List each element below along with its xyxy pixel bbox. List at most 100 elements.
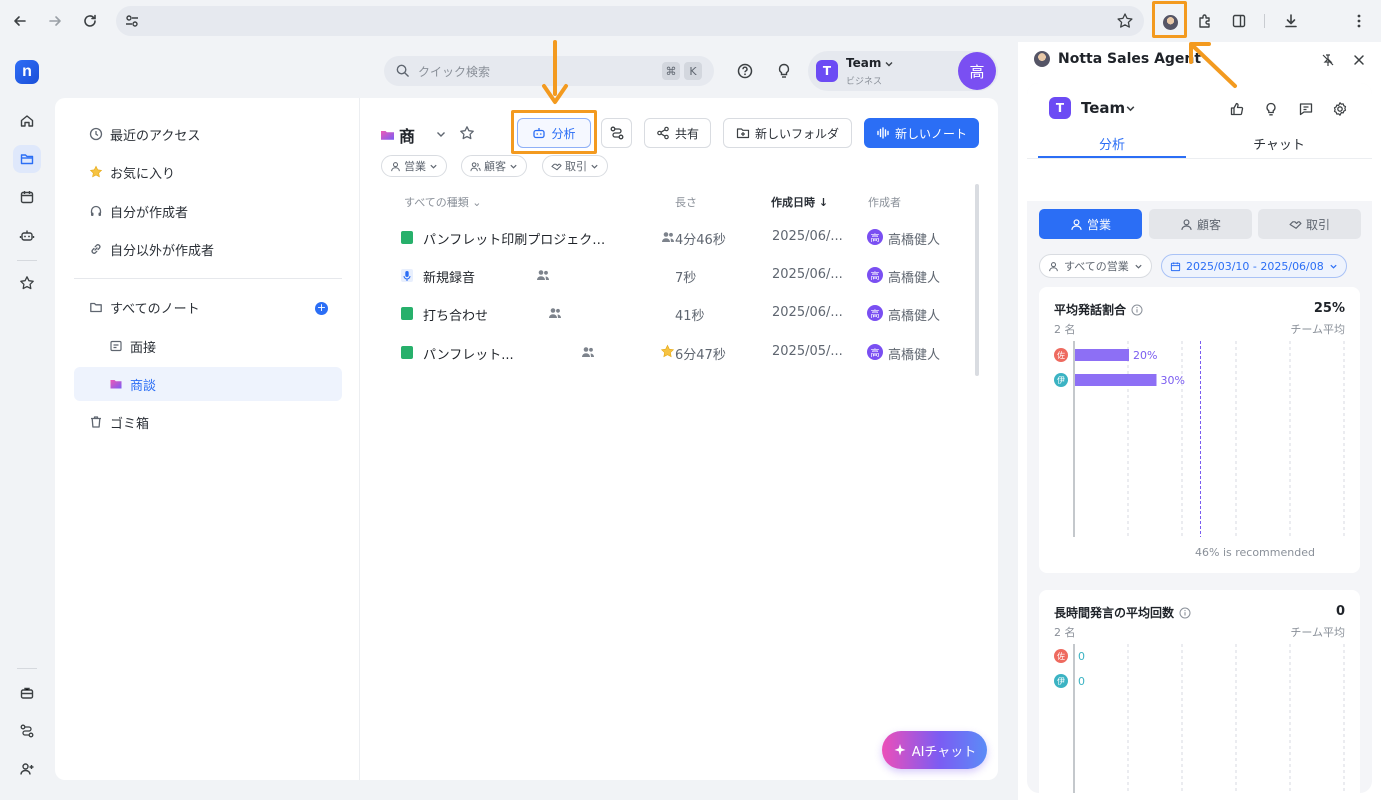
notes-nav[interactable] <box>13 145 41 173</box>
speaker-initial: 伊 <box>1057 375 1065 385</box>
toolbox-nav[interactable] <box>13 679 41 707</box>
table-row[interactable]: 打ち合わせ 41秒 2025/06/... 高 高橋健人 <box>380 295 970 333</box>
tips-button[interactable] <box>774 61 794 81</box>
segment-deal[interactable]: 取引 <box>1258 209 1361 239</box>
back-button[interactable] <box>8 9 32 33</box>
sales-agent-panel: Notta Sales Agent T Team 分析 チャット 営業 顧客 取… <box>1018 42 1381 800</box>
table-row[interactable]: 新規録音 7秒 2025/06/... 高 高橋健人 <box>380 257 970 295</box>
ai-chat-button[interactable]: AIチャット <box>882 731 987 769</box>
workflow-nav[interactable] <box>13 717 41 745</box>
nav-folder-sales[interactable]: 商談 <box>74 367 342 401</box>
info-icon[interactable] <box>1131 304 1143 316</box>
shared-users-icon <box>549 308 561 318</box>
folder-doc-icon <box>108 338 124 354</box>
new-folder-button[interactable]: 新しいフォルダ <box>723 118 852 148</box>
gear-icon[interactable] <box>1332 101 1348 117</box>
feedback-icon[interactable] <box>1298 101 1314 117</box>
reload-icon <box>84 14 96 27</box>
panel-header: Notta Sales Agent <box>1034 51 1201 67</box>
date-range-filter[interactable]: 2025/03/10 - 2025/06/08 <box>1161 254 1347 278</box>
thumbs-up-icon[interactable] <box>1229 101 1245 117</box>
arrow-down-annotation <box>542 40 568 104</box>
nav-others[interactable]: 自分以外が作成者 <box>74 232 342 266</box>
nav-trash[interactable]: ゴミ箱 <box>74 405 342 439</box>
nav-mine[interactable]: 自分が作成者 <box>74 194 342 228</box>
folder-nav: 最近のアクセス お気に入り 自分が作成者 自分以外が作成者 すべてのノート + … <box>55 98 360 780</box>
segment-sales[interactable]: 営業 <box>1039 209 1142 239</box>
tab-analysis[interactable]: 分析 <box>1038 134 1186 153</box>
team-switcher[interactable]: T Team ビジネス 高 <box>808 51 998 91</box>
add-folder-button[interactable]: + <box>315 302 328 315</box>
tab-chat[interactable]: チャット <box>1205 134 1353 153</box>
calendar-nav[interactable] <box>13 183 41 211</box>
nav-recent-label: 最近のアクセス <box>110 128 201 144</box>
unpin-icon[interactable] <box>1321 53 1335 67</box>
notta-logo[interactable]: n <box>15 60 39 84</box>
highlight-analyze-button <box>511 110 597 154</box>
bot-nav[interactable] <box>13 222 41 250</box>
workflow-icon <box>610 126 623 140</box>
star-filled-icon[interactable] <box>660 344 675 359</box>
star-icon[interactable] <box>1116 12 1134 30</box>
workflow-button[interactable] <box>601 118 632 148</box>
star-icon[interactable] <box>459 125 475 141</box>
chevron-down-icon[interactable] <box>1125 103 1136 114</box>
filter-chip-customer[interactable]: 顧客 <box>461 155 527 177</box>
nav-all-notes[interactable]: すべてのノート <box>74 290 342 324</box>
extensions-button[interactable] <box>1193 9 1217 33</box>
col-length[interactable]: 長さ <box>675 194 697 210</box>
talk-ratio-bar <box>1075 349 1129 361</box>
metric1-team-avg: チーム平均 <box>1290 323 1345 336</box>
help-button[interactable] <box>735 61 755 81</box>
list-scrollbar[interactable] <box>975 184 979 376</box>
nav-favorites[interactable]: お気に入り <box>74 155 342 189</box>
calendar-icon <box>20 191 34 204</box>
table-row[interactable]: パンフレット... 6分47秒 2025/05/... 高 高橋健人 <box>380 334 970 372</box>
menu-button[interactable] <box>1347 9 1371 33</box>
team-name: Team <box>846 56 882 70</box>
arrow-up-left-annotation <box>1189 42 1237 88</box>
person-icon <box>1071 218 1082 230</box>
col-type[interactable]: すべての種類 ⌄ <box>404 194 482 210</box>
filter-chip-sales[interactable]: 営業 <box>381 155 447 177</box>
metric-title: 平均発話割合 <box>1054 301 1143 318</box>
site-settings-icon[interactable] <box>124 13 140 29</box>
chevron-down-icon[interactable] <box>435 128 447 140</box>
sales-filter[interactable]: すべての営業 <box>1039 254 1152 278</box>
col-creator[interactable]: 作成者 <box>868 194 901 210</box>
download-button[interactable] <box>1279 9 1303 33</box>
side-panel-button[interactable] <box>1227 9 1251 33</box>
sales-filter-label: すべての営業 <box>1064 260 1129 273</box>
segment-customer[interactable]: 顧客 <box>1149 209 1252 239</box>
reload-button[interactable] <box>78 9 102 33</box>
close-icon[interactable] <box>1352 53 1366 67</box>
workflow-icon <box>20 724 34 738</box>
user-avatar[interactable]: 高 <box>958 52 996 90</box>
forward-button[interactable] <box>43 9 67 33</box>
table-row[interactable]: パンフレット印刷プロジェク… 4分46秒 2025/06/... 高 高橋健人 <box>380 219 970 257</box>
nav-recent[interactable]: 最近のアクセス <box>74 117 342 151</box>
person-icon <box>1181 218 1192 230</box>
filter-chip-deal[interactable]: 取引 <box>542 155 608 177</box>
folder-icon <box>88 299 104 315</box>
new-note-button[interactable]: 新しいノート <box>864 118 979 148</box>
creator-avatar: 高 <box>867 267 883 283</box>
team-plan: ビジネス <box>846 77 883 87</box>
new-note-label: 新しいノート <box>894 126 967 141</box>
row-creator: 高橋健人 <box>888 271 941 286</box>
col-created[interactable]: 作成日時 ↓ <box>771 194 828 210</box>
mic-icon <box>401 269 413 282</box>
invite-nav[interactable] <box>13 755 41 783</box>
metric2-count: 2 名 <box>1054 626 1076 639</box>
favorites-nav[interactable] <box>13 269 41 297</box>
speaker-initial: 佐 <box>1057 651 1065 661</box>
share-button[interactable]: 共有 <box>644 118 711 148</box>
address-bar[interactable] <box>116 6 1144 36</box>
chevron-down-icon <box>430 164 437 169</box>
lightbulb-icon[interactable] <box>1263 101 1279 117</box>
home-nav[interactable] <box>13 107 41 135</box>
nav-folder-interview[interactable]: 面接 <box>74 329 342 363</box>
info-icon[interactable] <box>1179 607 1191 619</box>
creator-avatar: 高 <box>867 344 883 360</box>
panel-team-name[interactable]: Team <box>1081 99 1125 117</box>
